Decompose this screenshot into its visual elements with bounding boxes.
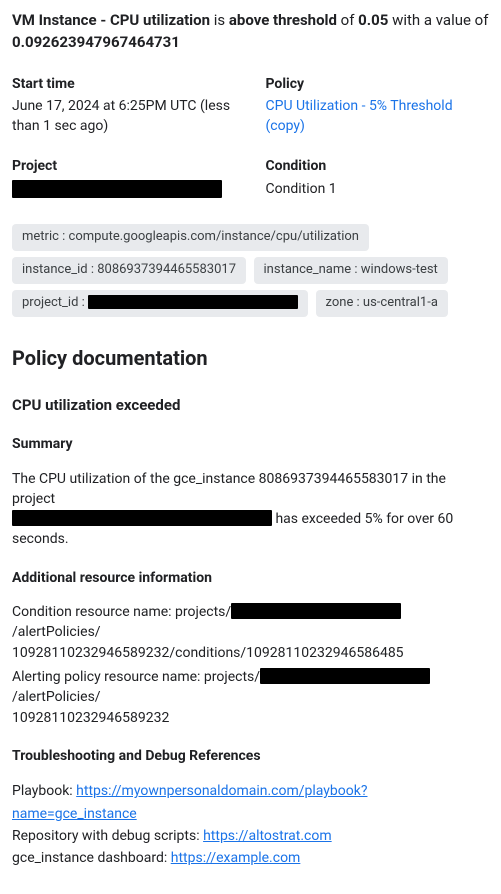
policy-block: Policy CPU Utilization - 5% Threshold (c… — [266, 74, 490, 137]
label-chips: metric : compute.googleapis.com/instance… — [12, 221, 489, 320]
project-label: Project — [12, 156, 236, 176]
alert-metric: VM Instance - CPU utilization — [12, 11, 210, 29]
project-value — [12, 179, 236, 199]
chip-instance-name: instance_name : windows-test — [254, 257, 448, 284]
condition-block: Condition Condition 1 — [266, 156, 490, 199]
start-time-value: June 17, 2024 at 6:25PM UTC (less than 1… — [12, 96, 236, 137]
links-block: Playbook: https://myownpersonaldomain.co… — [12, 780, 489, 870]
chip-metric: metric : compute.googleapis.com/instance… — [12, 224, 369, 251]
policy-resource-line: Alerting policy resource name: projects/… — [12, 667, 489, 728]
repo-link[interactable]: https://altostrat.com — [203, 828, 332, 844]
start-time-label: Start time — [12, 74, 236, 94]
condition-value: Condition 1 — [266, 179, 490, 199]
project-block: Project — [12, 156, 236, 199]
alert-state: above threshold — [229, 11, 337, 29]
chip-project-id: project_id : — [12, 290, 308, 317]
dashboard-link[interactable]: https://example.com — [171, 850, 301, 866]
doc-subheading: CPU utilization exceeded — [12, 395, 489, 417]
condition-label: Condition — [266, 156, 490, 176]
chip-instance-id: instance_id : 8086937394465583017 — [12, 257, 246, 284]
policy-label: Policy — [266, 74, 490, 94]
meta-grid: Start time June 17, 2024 at 6:25PM UTC (… — [12, 74, 489, 199]
summary-text: The CPU utilization of the gce_instance … — [12, 469, 489, 550]
alert-title: VM Instance - CPU utilization is above t… — [12, 10, 489, 54]
chip-zone: zone : us-central1-a — [316, 290, 448, 317]
alert-value: 0.092623947967464731 — [12, 33, 180, 51]
doc-heading: Policy documentation — [12, 344, 489, 373]
addl-heading: Additional resource information — [12, 568, 489, 588]
start-time-block: Start time June 17, 2024 at 6:25PM UTC (… — [12, 74, 236, 137]
condition-resource-line: Condition resource name: projects//alert… — [12, 602, 489, 663]
summary-heading: Summary — [12, 434, 489, 454]
policy-link[interactable]: CPU Utilization - 5% Threshold (copy) — [266, 98, 453, 134]
alert-threshold: 0.05 — [358, 11, 388, 29]
troubleshoot-heading: Troubleshooting and Debug References — [12, 746, 489, 766]
